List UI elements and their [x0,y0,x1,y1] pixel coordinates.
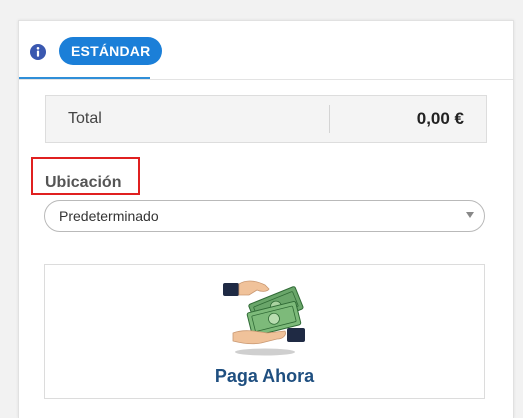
info-icon [30,44,46,60]
hands-money-icon [223,280,305,356]
total-label: Total [68,110,102,127]
active-tab-indicator [19,77,150,79]
chevron-down-icon [466,212,474,218]
total-amount: 0,00 € [416,109,464,128]
divider [329,105,330,133]
location-label: Ubicación [45,174,122,191]
location-select[interactable]: Predeterminado [44,200,485,232]
location-select-value: Predeterminado [59,208,159,224]
tab-estandar[interactable]: ESTÁNDAR [59,37,163,65]
total-summary: Total 0,00 € [45,95,487,143]
checkout-panel: ESTÁNDAR Total 0,00 € Ubicación Predeter… [18,20,514,418]
pay-now-label: Paga Ahora [214,366,315,386]
tab-bar: ESTÁNDAR [19,21,513,80]
pay-now-button[interactable]: Paga Ahora [44,264,485,399]
